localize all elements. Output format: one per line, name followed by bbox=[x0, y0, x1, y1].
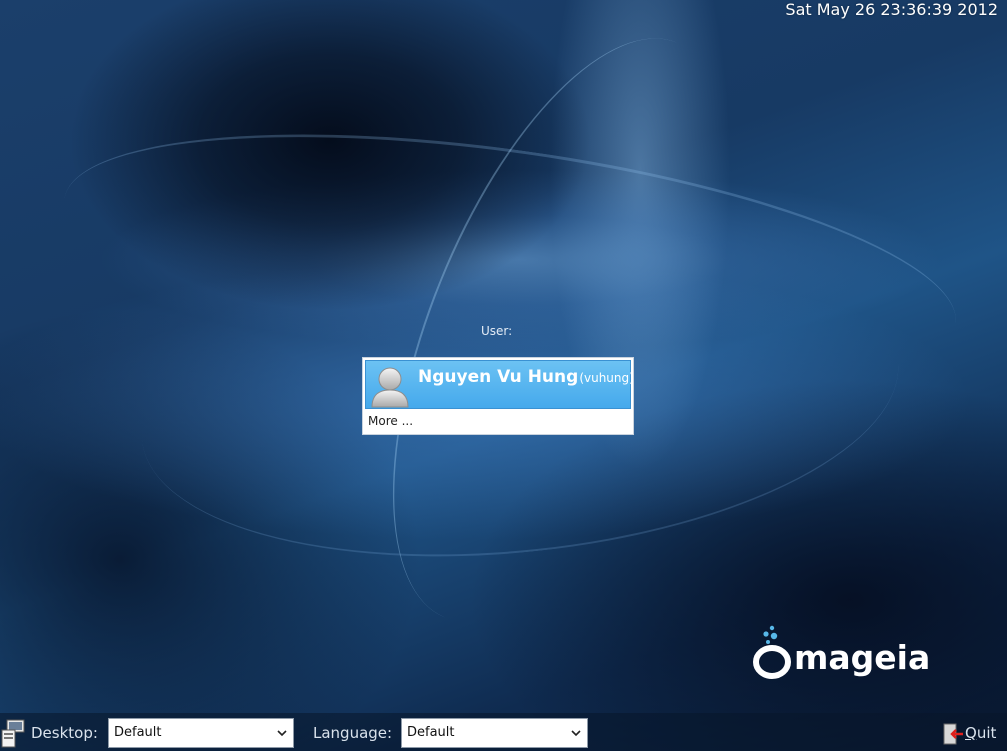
clock: Sat May 26 23:36:39 2012 bbox=[785, 0, 998, 19]
quit-label: Quit bbox=[965, 724, 997, 742]
chevron-down-icon bbox=[571, 730, 581, 737]
user-avatar-icon bbox=[371, 367, 409, 408]
language-select[interactable]: Default bbox=[401, 718, 588, 748]
user-list: Nguyen Vu Hung(vuhung) More ... bbox=[362, 357, 634, 435]
bottom-bar: Desktop: Default Language: Default Quit bbox=[0, 713, 1007, 751]
more-users-item[interactable]: More ... bbox=[368, 414, 413, 428]
mageia-cauldron-icon bbox=[753, 625, 791, 679]
desktop-select-value: Default bbox=[114, 725, 162, 740]
user-name: Nguyen Vu Hung(vuhung) bbox=[418, 367, 634, 387]
chevron-down-icon bbox=[277, 730, 287, 737]
wallpaper-streak bbox=[323, 0, 799, 667]
language-label: Language: bbox=[313, 724, 393, 742]
language-select-value: Default bbox=[407, 725, 455, 740]
desktop-select[interactable]: Default bbox=[108, 718, 294, 748]
logo-text: mageia bbox=[794, 638, 931, 677]
quit-icon bbox=[943, 723, 963, 745]
user-fullname: Nguyen Vu Hung bbox=[418, 367, 579, 387]
user-caption: User: bbox=[481, 324, 513, 338]
desktop-label: Desktop: bbox=[31, 724, 98, 742]
user-list-item[interactable]: Nguyen Vu Hung(vuhung) bbox=[365, 360, 634, 409]
desktop-session-icon bbox=[1, 719, 25, 748]
user-login: (vuhung) bbox=[579, 371, 634, 385]
mageia-logo: mageia bbox=[752, 624, 934, 684]
